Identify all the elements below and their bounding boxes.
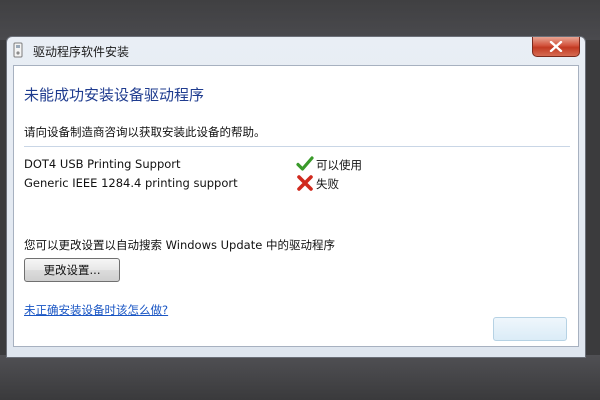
dialog-content: 未能成功安装设备驱动程序 请向设备制造商咨询以获取安装此设备的帮助。 DOT4 … xyxy=(13,65,579,347)
divider xyxy=(24,146,570,147)
device-icon xyxy=(11,42,25,58)
close-button[interactable] xyxy=(532,37,580,57)
page-title: 未能成功安装设备驱动程序 xyxy=(24,86,205,104)
device-row: DOT4 USB Printing Support 可以使用 xyxy=(24,155,570,173)
x-icon xyxy=(296,174,314,192)
device-name: Generic IEEE 1284.4 printing support xyxy=(24,176,238,190)
close-icon xyxy=(549,41,563,52)
desktop-background-bottom xyxy=(0,355,600,400)
check-icon xyxy=(296,155,314,173)
driver-install-dialog: 驱动程序软件安装 未能成功安装设备驱动程序 请向设备制造商咨询以获取安装此设备的… xyxy=(6,36,586,358)
device-status: 可以使用 xyxy=(316,158,362,172)
dialog-close-button[interactable] xyxy=(493,317,567,341)
desktop-background-right xyxy=(585,40,600,360)
title-bar[interactable]: 驱动程序软件安装 xyxy=(7,37,585,65)
description-text: 请向设备制造商咨询以获取安装此设备的帮助。 xyxy=(24,125,266,139)
change-settings-button[interactable]: 更改设置... xyxy=(24,258,120,282)
update-hint-text: 您可以更改设置以自动搜索 Windows Update 中的驱动程序 xyxy=(24,238,335,252)
device-name: DOT4 USB Printing Support xyxy=(24,157,181,171)
help-link[interactable]: 未正确安装设备时该怎么做? xyxy=(24,302,168,318)
device-row: Generic IEEE 1284.4 printing support 失败 xyxy=(24,174,570,192)
device-status: 失败 xyxy=(316,177,339,191)
desktop-background-top xyxy=(0,0,600,40)
window-title: 驱动程序软件安装 xyxy=(33,45,130,59)
